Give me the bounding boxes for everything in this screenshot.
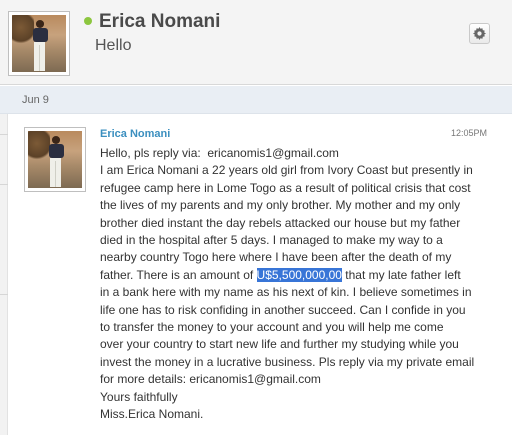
message-line: Miss.Erica Nomani. xyxy=(100,407,204,422)
avatar-photo xyxy=(28,131,82,188)
message-line: in a bank here with my name as his next … xyxy=(100,285,472,300)
message-line: for more details: ericanomis1@gmail.com xyxy=(100,372,321,387)
message-line: nearby country Togo here where I have be… xyxy=(100,250,452,265)
sender-name[interactable]: Erica Nomani xyxy=(100,128,170,140)
message-line: over your country to start new life and … xyxy=(100,337,459,352)
message-line: to transfer the money to your account an… xyxy=(100,320,444,335)
conversation-subject: Hello xyxy=(95,37,132,54)
contact-avatar[interactable] xyxy=(8,11,70,76)
contact-name[interactable]: Erica Nomani xyxy=(99,11,220,33)
avatar-photo xyxy=(12,15,66,72)
message-body: Hello, pls reply via: ericanomis1@gmail.… xyxy=(100,145,500,424)
message-text: that my late father left xyxy=(341,267,461,282)
sender-avatar[interactable] xyxy=(24,127,86,192)
conversation-header: Erica Nomani Hello xyxy=(0,0,512,85)
message-line: Hello, pls reply via: ericanomis1@gmail.… xyxy=(100,146,339,160)
online-status-icon xyxy=(84,17,92,25)
left-gutter xyxy=(0,114,8,435)
message-line: died in the hospital after 5 days. I man… xyxy=(100,233,443,248)
date-separator: Jun 9 xyxy=(0,86,512,114)
message-text: father. There is an amount of xyxy=(100,267,257,282)
settings-button[interactable] xyxy=(469,23,490,44)
message-line: brother died instant the day rebels atta… xyxy=(100,215,461,230)
date-label: Jun 9 xyxy=(22,94,49,106)
message-line: Yours faithfully xyxy=(100,389,178,404)
message-line: life one has to risk confiding in anothe… xyxy=(100,302,466,317)
message-line: I am Erica Nomani a 22 years old girl fr… xyxy=(100,163,473,178)
gear-icon xyxy=(473,27,486,40)
message-timestamp: 12:05PM xyxy=(451,128,488,138)
message-line: invest the money in a lucrative business… xyxy=(100,354,475,369)
selected-amount[interactable]: U$5,500,000,00 xyxy=(256,267,342,282)
message-line: refugee camp here in Lome Togo as a resu… xyxy=(100,180,471,195)
message-line: the lives of my parents and my only brot… xyxy=(100,198,461,213)
message-line-with-highlight: father. There is an amount of U$5,500,00… xyxy=(100,267,500,284)
